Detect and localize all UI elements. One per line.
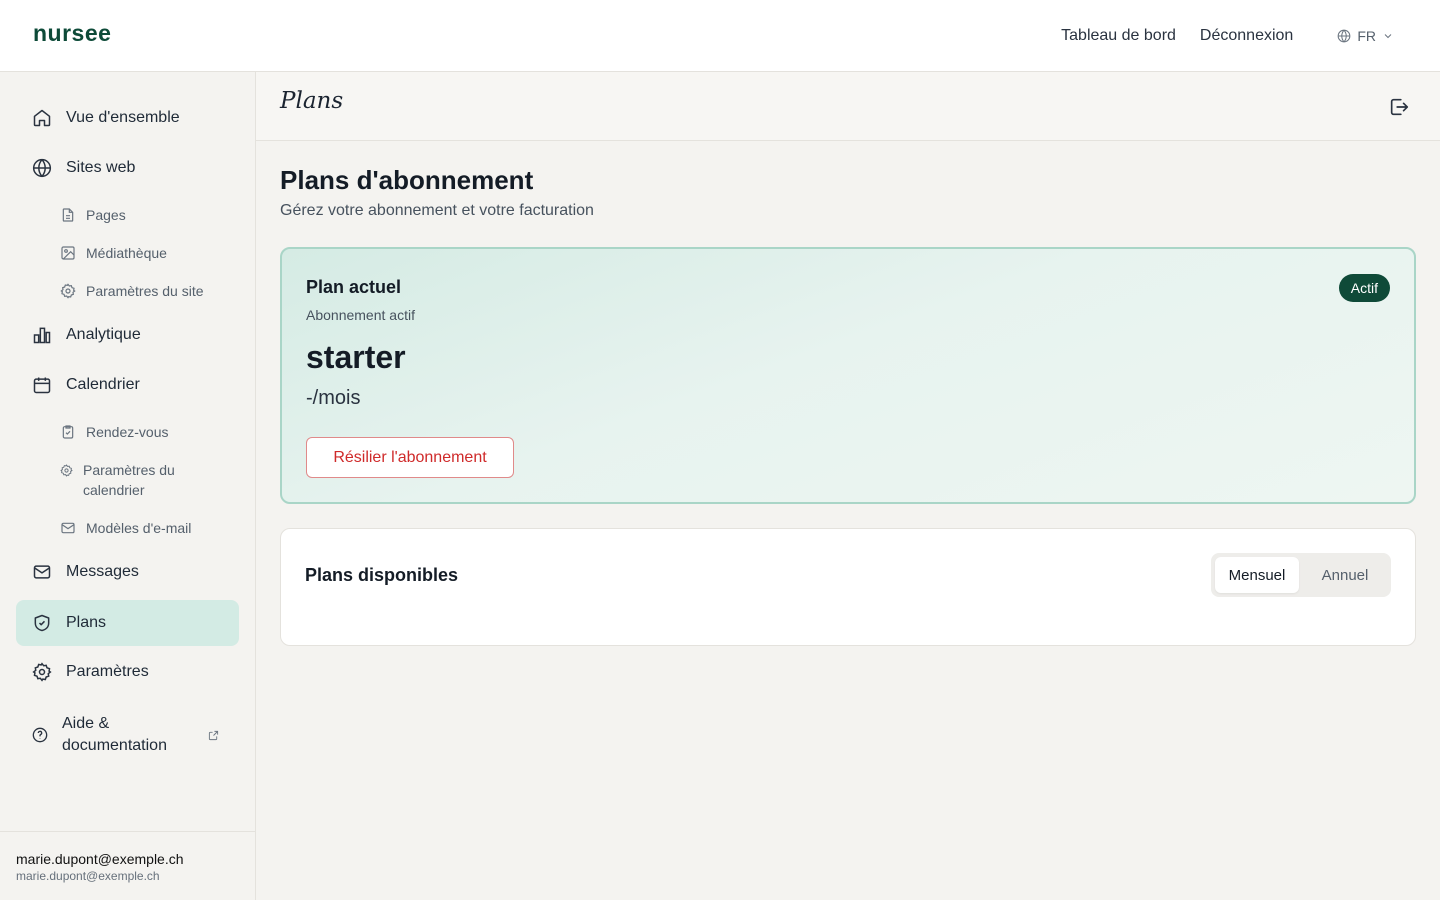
- sidebar-subitem-label: Modèles d'e-mail: [86, 520, 192, 536]
- sidebar-subitem-label: Médiathèque: [86, 245, 167, 261]
- sidebar-subitem-label: Rendez-vous: [86, 424, 169, 440]
- sidebar-item-calendar[interactable]: Calendrier: [16, 362, 239, 408]
- sidebar-item-plans[interactable]: Plans: [16, 600, 239, 646]
- external-link-icon: [208, 730, 219, 740]
- sidebar-item-label: Calendrier: [66, 376, 140, 393]
- sidebar-subitem-appointments[interactable]: Rendez-vous: [60, 422, 240, 442]
- subscription-status: Abonnement actif: [306, 307, 415, 323]
- page-header: Plans: [256, 72, 1440, 141]
- sidebar-item-help[interactable]: Aide & documentation: [16, 708, 226, 762]
- language-selector[interactable]: FR: [1331, 28, 1400, 44]
- sidebar-item-label: Plans: [66, 614, 107, 631]
- sidebar-subitem-pages[interactable]: Pages: [60, 205, 240, 225]
- sidebar-subitem-email-templates[interactable]: Modèles d'e-mail: [60, 518, 240, 538]
- user-info[interactable]: marie.dupont@exemple.ch marie.dupont@exe…: [0, 831, 256, 900]
- sidebar-subitem-calendar-settings[interactable]: Paramètres du calendrier: [60, 460, 210, 500]
- home-icon: [33, 109, 51, 127]
- page-title: Plans d'abonnement: [280, 165, 534, 195]
- sidebar: Vue d'ensemble Sites web Pages Médiathèq…: [0, 72, 256, 900]
- sidebar-subitem-media[interactable]: Médiathèque: [60, 243, 240, 263]
- bar-chart-icon: [33, 327, 51, 344]
- user-name: marie.dupont@exemple.ch: [16, 851, 184, 867]
- billing-period-toggle: Mensuel Annuel: [1211, 553, 1391, 597]
- plan-name: starter: [306, 339, 406, 375]
- help-circle-icon: [32, 727, 48, 743]
- billing-monthly-option[interactable]: Mensuel: [1215, 557, 1299, 593]
- page-subtitle: Gérez votre abonnement et votre facturat…: [280, 202, 594, 219]
- calendar-icon: [33, 377, 51, 394]
- sidebar-item-label: Paramètres: [66, 663, 149, 680]
- sidebar-subitem-label: Paramètres du site: [86, 283, 204, 299]
- available-plans-card: Plans disponibles Mensuel Annuel: [280, 528, 1416, 646]
- gear-icon: [60, 283, 76, 299]
- available-plans-title: Plans disponibles: [305, 565, 459, 585]
- brand-logo[interactable]: nursee: [33, 20, 111, 47]
- cancel-subscription-button[interactable]: Résilier l'abonnement: [306, 437, 514, 478]
- dashboard-link[interactable]: Tableau de bord: [1061, 27, 1176, 45]
- top-nav: Tableau de bord Déconnexion FR: [1061, 0, 1400, 72]
- mail-icon: [61, 522, 75, 534]
- sidebar-item-label: Messages: [66, 563, 139, 580]
- billing-annual-option[interactable]: Annuel: [1303, 557, 1387, 593]
- globe-icon: [32, 158, 52, 178]
- current-plan-title: Plan actuel: [306, 277, 402, 297]
- sidebar-item-label: Analytique: [66, 326, 141, 343]
- plan-price: -/mois: [306, 387, 361, 409]
- logout-link[interactable]: Déconnexion: [1200, 27, 1293, 45]
- image-icon: [61, 246, 75, 260]
- top-bar: nursee Tableau de bord Déconnexion FR: [0, 0, 1440, 72]
- mail-icon: [33, 565, 51, 579]
- sidebar-item-label: Vue d'ensemble: [66, 109, 180, 126]
- current-plan-card: Plan actuel Abonnement actif starter -/m…: [280, 247, 1416, 504]
- log-out-icon: [1390, 98, 1409, 116]
- sidebar-item-settings[interactable]: Paramètres: [16, 649, 239, 695]
- globe-icon: [1337, 29, 1351, 43]
- page-header-title: Plans: [280, 88, 344, 114]
- status-badge: Actif: [1338, 274, 1390, 302]
- sidebar-item-label: Aide & documentation: [62, 715, 167, 754]
- sidebar-item-label: Sites web: [66, 159, 136, 176]
- language-label: FR: [1357, 28, 1376, 44]
- sidebar-subitem-label: Paramètres du calendrier: [83, 462, 175, 498]
- user-email: marie.dupont@exemple.ch: [16, 869, 160, 883]
- sidebar-item-messages[interactable]: Messages: [16, 549, 239, 595]
- sidebar-item-analytics[interactable]: Analytique: [16, 312, 239, 358]
- sidebar-item-overview[interactable]: Vue d'ensemble: [16, 95, 239, 141]
- chevron-down-icon: [1384, 34, 1392, 39]
- sidebar-subitem-label: Pages: [86, 207, 126, 223]
- sidebar-subitem-site-settings[interactable]: Paramètres du site: [60, 281, 240, 301]
- gear-icon: [60, 464, 73, 477]
- file-icon: [62, 208, 74, 222]
- shield-check-icon: [34, 614, 50, 632]
- exit-button[interactable]: [1388, 96, 1410, 118]
- sidebar-item-websites[interactable]: Sites web: [16, 145, 239, 191]
- clipboard-check-icon: [62, 425, 74, 439]
- gear-icon: [32, 662, 52, 682]
